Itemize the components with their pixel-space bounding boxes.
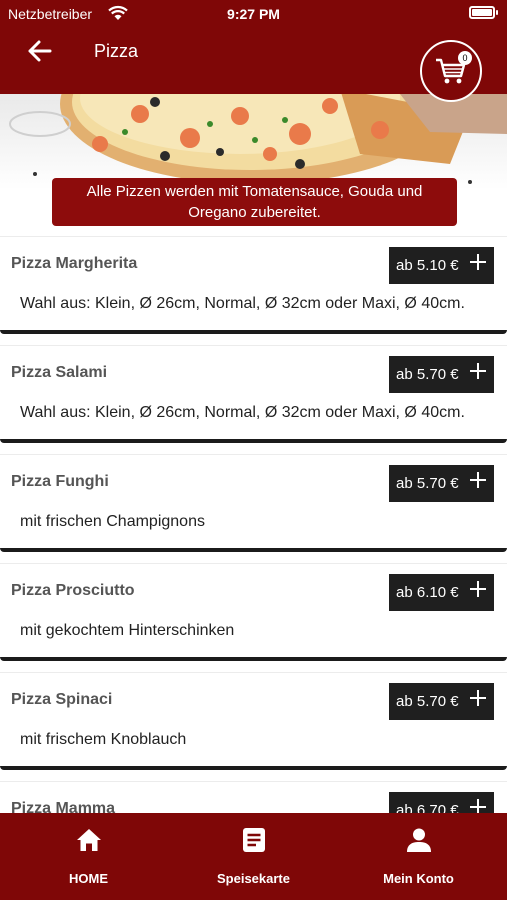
- nav-label: HOME: [69, 871, 108, 886]
- item-name: Pizza Prosciutto: [11, 582, 135, 599]
- nav-item-mein-konto[interactable]: Mein Konto: [334, 813, 503, 900]
- back-button[interactable]: [22, 36, 56, 66]
- nav-label: Speisekarte: [217, 871, 290, 886]
- nav-item-home[interactable]: HOME: [4, 813, 173, 900]
- item-name: Pizza Funghi: [11, 473, 109, 490]
- account-icon: [407, 828, 431, 852]
- add-to-cart-button[interactable]: ab 5.70 €: [389, 465, 494, 502]
- arrow-left-icon: [28, 40, 52, 62]
- item-description: Wahl aus: Klein, Ø 26cm, Normal, Ø 32cm …: [20, 404, 465, 421]
- status-bar: Netzbetreiber 9:27 PM: [0, 0, 507, 28]
- item-name: Pizza Mamma: [11, 800, 116, 813]
- item-description: Wahl aus: Klein, Ø 26cm, Normal, Ø 32cm …: [20, 295, 465, 312]
- item-name: Pizza Margherita: [11, 255, 138, 272]
- menu-list: Pizza Margherita ab 5.10 € Wahl aus: Kle…: [0, 236, 507, 813]
- cart-button[interactable]: 0: [420, 40, 482, 102]
- price-label: ab 5.10 €: [396, 257, 459, 274]
- add-to-cart-button[interactable]: ab 5.70 €: [389, 683, 494, 720]
- menu-item[interactable]: Pizza Margherita ab 5.10 € Wahl aus: Kle…: [0, 236, 507, 334]
- price-label: ab 6.70 €: [396, 802, 459, 813]
- menu-item[interactable]: Pizza Mamma ab 6.70 €: [0, 781, 507, 813]
- menu-card-icon: [243, 828, 265, 852]
- price-label: ab 5.70 €: [396, 693, 459, 710]
- add-to-cart-button[interactable]: ab 5.10 €: [389, 247, 494, 284]
- hero-image: [0, 94, 507, 190]
- home-icon: [77, 829, 101, 851]
- add-to-cart-button[interactable]: ab 6.10 €: [389, 574, 494, 611]
- plus-icon: [470, 472, 486, 488]
- price-label: ab 5.70 €: [396, 366, 459, 383]
- item-name: Pizza Spinaci: [11, 691, 113, 708]
- plus-icon: [470, 254, 486, 270]
- bottom-navigation: HOME Speisekarte Mein Konto: [0, 813, 507, 900]
- item-description: mit gekochtem Hinterschinken: [20, 622, 235, 639]
- plus-icon: [470, 690, 486, 706]
- item-description: mit frischen Champignons: [20, 513, 205, 530]
- menu-item[interactable]: Pizza Prosciutto ab 6.10 € mit gekochtem…: [0, 563, 507, 661]
- item-name: Pizza Salami: [11, 364, 108, 381]
- nav-label: Mein Konto: [383, 871, 454, 886]
- plus-icon: [470, 363, 486, 379]
- menu-item[interactable]: Pizza Salami ab 5.70 € Wahl aus: Klein, …: [0, 345, 507, 443]
- price-label: ab 6.10 €: [396, 584, 459, 601]
- plus-icon: [470, 581, 486, 597]
- cart-count-badge: 0: [458, 51, 472, 65]
- nav-item-speisekarte[interactable]: Speisekarte: [169, 813, 338, 900]
- add-to-cart-button[interactable]: ab 6.70 €: [389, 792, 494, 813]
- plus-icon: [470, 799, 486, 813]
- info-banner: Alle Pizzen werden mit Tomatensauce, Gou…: [52, 178, 457, 226]
- item-description: mit frischem Knoblauch: [20, 731, 187, 748]
- add-to-cart-button[interactable]: ab 5.70 €: [389, 356, 494, 393]
- status-time: 9:27 PM: [227, 6, 280, 22]
- menu-item[interactable]: Pizza Spinaci ab 5.70 € mit frischem Kno…: [0, 672, 507, 770]
- price-label: ab 5.70 €: [396, 475, 459, 492]
- page-title: Pizza: [94, 41, 139, 61]
- battery-icon: [469, 6, 498, 19]
- pizza-photo: [9, 94, 507, 184]
- menu-item[interactable]: Pizza Funghi ab 5.70 € mit frischen Cham…: [0, 454, 507, 552]
